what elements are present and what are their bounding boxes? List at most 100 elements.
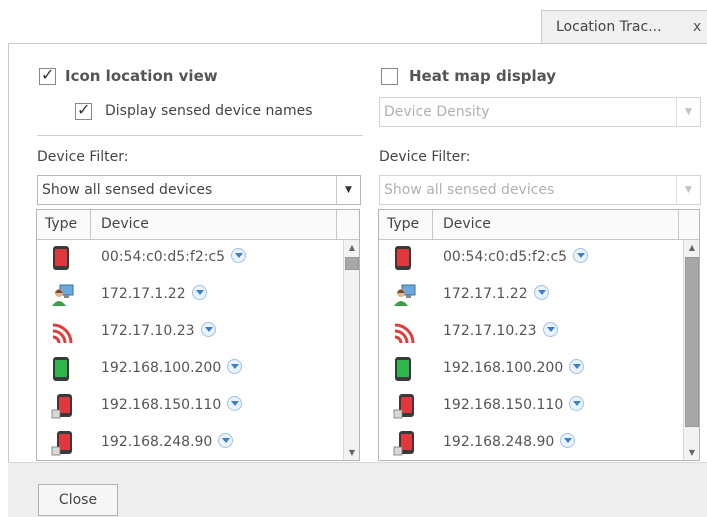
- checkmark-icon: ✓: [41, 65, 55, 84]
- right-device-grid: Type Device 00:54:c0:d5:f2:c5 172.17.1.22…: [378, 209, 700, 461]
- device-address-text: 192.168.100.200: [101, 360, 222, 376]
- column-header-device[interactable]: Device: [91, 210, 337, 240]
- device-address: 00:54:c0:d5:f2:c5: [443, 248, 589, 265]
- expand-chevron-icon[interactable]: [227, 359, 243, 374]
- dialog-footer: Close: [8, 462, 707, 517]
- expand-chevron-icon[interactable]: [200, 322, 216, 337]
- display-sensed-names-checkbox[interactable]: ✓: [75, 100, 92, 120]
- device-address: 192.168.248.90: [101, 433, 234, 450]
- scroll-down-icon[interactable]: ▼: [684, 445, 699, 460]
- expand-chevron-icon[interactable]: [573, 248, 589, 263]
- tab-title: Location Trac...: [556, 19, 662, 35]
- heat-map-display-label: Heat map display: [409, 67, 557, 85]
- device-address-text: 192.168.248.90: [101, 434, 213, 450]
- mobile-phone-green-icon: [51, 356, 77, 384]
- expand-chevron-icon[interactable]: [542, 322, 558, 337]
- device-address-text: 192.168.248.90: [443, 434, 555, 450]
- expand-chevron-icon[interactable]: [218, 433, 234, 448]
- device-address: 172.17.1.22: [443, 285, 549, 302]
- icon-location-view-checkbox[interactable]: ✓: [39, 65, 56, 85]
- right-device-filter-select[interactable]: Show all sensed devices ▼: [379, 175, 701, 205]
- scroll-up-icon[interactable]: ▲: [684, 240, 699, 256]
- table-row[interactable]: 172.17.1.22: [37, 282, 327, 318]
- table-row[interactable]: 192.168.248.90: [379, 430, 669, 460]
- expand-chevron-icon[interactable]: [231, 248, 247, 263]
- left-device-filter-select[interactable]: Show all sensed devices ▼: [37, 175, 361, 205]
- device-address-text: 192.168.150.110: [101, 397, 222, 413]
- chevron-down-icon[interactable]: ▼: [336, 176, 360, 204]
- table-row[interactable]: 192.168.248.90: [37, 430, 327, 460]
- mobile-phone-red-icon: [393, 245, 419, 273]
- scroll-thumb[interactable]: [345, 257, 359, 270]
- device-address-text: 192.168.100.200: [443, 360, 564, 376]
- density-select[interactable]: Device Density ▼: [379, 97, 701, 127]
- table-row[interactable]: 172.17.1.22: [379, 282, 669, 318]
- left-device-filter-label: Device Filter:: [37, 149, 129, 165]
- table-row[interactable]: 192.168.150.110: [379, 393, 669, 429]
- expand-chevron-icon[interactable]: [227, 396, 243, 411]
- scroll-up-icon[interactable]: ▲: [344, 240, 359, 256]
- scroll-down-icon[interactable]: ▼: [344, 445, 359, 460]
- grid-header: Type Device: [37, 210, 359, 240]
- expand-chevron-icon[interactable]: [569, 396, 585, 411]
- mobile-phone-warning-icon: [393, 430, 419, 458]
- mobile-phone-green-icon: [393, 356, 419, 384]
- expand-chevron-icon[interactable]: [533, 285, 549, 300]
- table-row[interactable]: 192.168.100.200: [379, 356, 669, 392]
- device-address: 00:54:c0:d5:f2:c5: [101, 248, 247, 265]
- device-address-text: 192.168.150.110: [443, 397, 564, 413]
- mobile-phone-warning-icon: [393, 393, 419, 421]
- right-scrollbar[interactable]: ▲ ▼: [683, 240, 699, 460]
- device-address: 192.168.100.200: [443, 359, 585, 376]
- right-device-filter-label: Device Filter:: [379, 149, 471, 165]
- left-scrollbar[interactable]: ▲ ▼: [343, 240, 359, 460]
- chevron-down-icon[interactable]: ▼: [676, 176, 700, 204]
- column-header-type[interactable]: Type: [379, 210, 433, 240]
- column-header-type[interactable]: Type: [37, 210, 91, 240]
- grid-header: Type Device: [379, 210, 699, 240]
- device-address: 172.17.10.23: [101, 322, 216, 339]
- table-row[interactable]: 00:54:c0:d5:f2:c5: [37, 245, 327, 281]
- device-address: 172.17.1.22: [101, 285, 207, 302]
- density-value: Device Density: [384, 104, 490, 120]
- table-row[interactable]: 192.168.150.110: [37, 393, 327, 429]
- tab-close-icon[interactable]: x: [693, 11, 701, 44]
- chevron-down-icon[interactable]: ▼: [676, 98, 700, 126]
- left-device-filter-value: Show all sensed devices: [42, 182, 213, 198]
- tab-strip: Location Trac... x: [0, 0, 707, 44]
- device-address-text: 172.17.10.23: [101, 323, 195, 339]
- left-device-grid: Type Device 00:54:c0:d5:f2:c5 172.17.1.22…: [36, 209, 360, 461]
- device-address-text: 00:54:c0:d5:f2:c5: [443, 249, 568, 265]
- device-address: 192.168.150.110: [443, 396, 585, 413]
- device-address-text: 172.17.1.22: [443, 286, 528, 302]
- mobile-phone-warning-icon: [51, 430, 77, 458]
- device-address: 172.17.10.23: [443, 322, 558, 339]
- table-row[interactable]: 172.17.10.23: [379, 319, 669, 355]
- tab-location-tracking[interactable]: Location Trac... x: [541, 10, 707, 44]
- left-divider: [37, 135, 363, 136]
- table-row[interactable]: 172.17.10.23: [37, 319, 327, 355]
- device-address: 192.168.100.200: [101, 359, 243, 376]
- table-row[interactable]: 192.168.100.200: [37, 356, 327, 392]
- heat-map-display-checkbox[interactable]: [381, 68, 398, 85]
- right-device-filter-value: Show all sensed devices: [384, 182, 555, 198]
- device-address: 192.168.248.90: [443, 433, 576, 450]
- column-header-device[interactable]: Device: [433, 210, 679, 240]
- wireless-signal-icon: [393, 319, 419, 347]
- scroll-thumb[interactable]: [685, 257, 699, 427]
- expand-chevron-icon[interactable]: [560, 433, 576, 448]
- mobile-phone-red-icon: [51, 245, 77, 273]
- checkmark-icon: ✓: [77, 100, 91, 119]
- device-address-text: 172.17.1.22: [101, 286, 186, 302]
- device-address-text: 172.17.10.23: [443, 323, 537, 339]
- wireless-signal-icon: [51, 319, 77, 347]
- expand-chevron-icon[interactable]: [569, 359, 585, 374]
- computer-user-icon: [393, 282, 419, 310]
- table-row[interactable]: 00:54:c0:d5:f2:c5: [379, 245, 669, 281]
- expand-chevron-icon[interactable]: [191, 285, 207, 300]
- close-button[interactable]: Close: [38, 484, 118, 516]
- device-address: 192.168.150.110: [101, 396, 243, 413]
- device-address-text: 00:54:c0:d5:f2:c5: [101, 249, 226, 265]
- display-sensed-names-label: Display sensed device names: [105, 103, 313, 119]
- computer-user-icon: [51, 282, 77, 310]
